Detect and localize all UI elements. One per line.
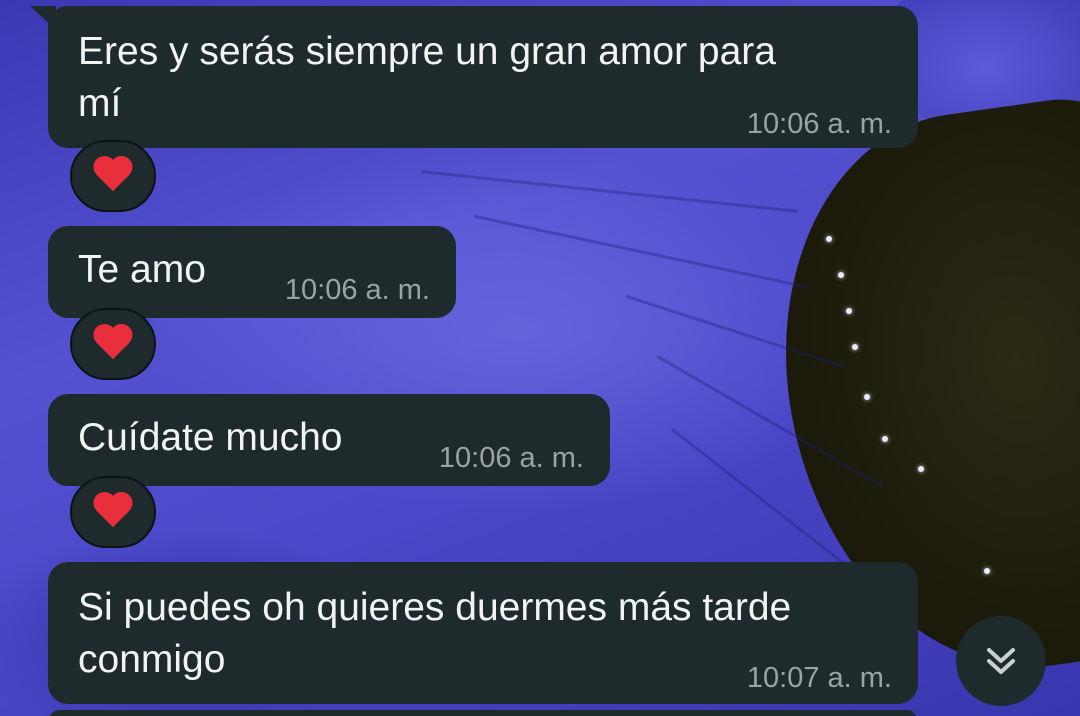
scroll-to-bottom-button[interactable]	[956, 616, 1046, 706]
double-chevron-down-icon	[987, 648, 1015, 674]
seam-dot	[918, 466, 924, 472]
message-bubble[interactable]: Cuídate mucho 10:06 a. m.	[48, 394, 610, 486]
red-heart-icon	[92, 493, 134, 531]
seam-dot	[826, 236, 832, 242]
bubble-tail	[30, 6, 56, 30]
wallpaper-fold	[420, 170, 800, 213]
seam-dot	[838, 272, 844, 278]
message-timestamp: 10:06 a. m.	[746, 108, 892, 140]
message-bubble[interactable]: Si puedes oh quieres duermes más tarde c…	[48, 562, 918, 704]
reaction-badge[interactable]	[70, 308, 156, 380]
message-timestamp: 10:06 a. m.	[438, 442, 584, 474]
reaction-badge[interactable]	[70, 476, 156, 548]
seam-dot	[864, 394, 870, 400]
message-bubble[interactable]: Eres y serás siempre un gran amor para m…	[30, 6, 918, 148]
seam-dot	[984, 568, 990, 574]
seam-dot	[882, 436, 888, 442]
reaction-badge[interactable]	[70, 140, 156, 212]
seam-dot	[852, 344, 858, 350]
red-heart-icon	[92, 157, 134, 195]
wallpaper-fold	[473, 214, 807, 289]
message-bubble[interactable]: Te amo 10:06 a. m.	[48, 226, 456, 318]
message-text: Cuídate mucho	[78, 416, 343, 459]
message-text: Si puedes oh quieres duermes más tarde c…	[78, 586, 792, 681]
next-message-bubble-edge	[48, 710, 918, 716]
message-text: Te amo	[78, 248, 206, 291]
message-timestamp: 10:06 a. m.	[284, 274, 430, 306]
red-heart-icon	[92, 325, 134, 363]
message-timestamp: 10:07 a. m.	[746, 662, 892, 694]
message-text: Eres y serás siempre un gran amor para m…	[78, 30, 776, 125]
seam-dot	[846, 308, 852, 314]
